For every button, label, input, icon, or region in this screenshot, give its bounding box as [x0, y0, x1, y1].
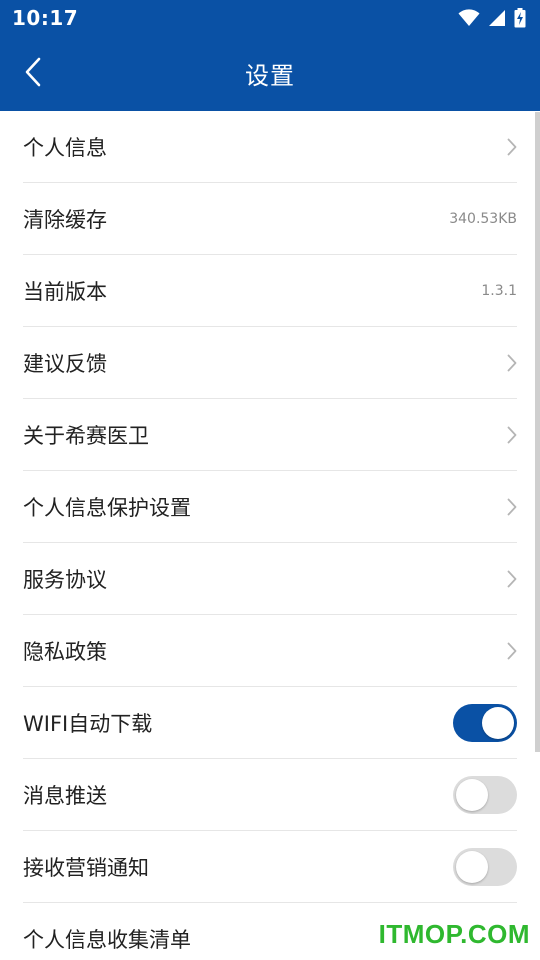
settings-row-label: 消息推送: [23, 783, 107, 808]
chevron-right-icon: [497, 498, 517, 516]
settings-row-label: 关于希赛医卫: [23, 423, 149, 448]
settings-row-clear-cache[interactable]: 清除缓存 340.53KB: [23, 183, 517, 255]
settings-row-feedback[interactable]: 建议反馈: [23, 327, 517, 399]
status-time: 10:17: [12, 6, 79, 30]
settings-row-value: 1.3.1: [481, 282, 517, 299]
settings-row-label: 建议反馈: [23, 351, 107, 376]
settings-row-service-agreement[interactable]: 服务协议: [23, 543, 517, 615]
settings-row-current-version[interactable]: 当前版本 1.3.1: [23, 255, 517, 327]
settings-row-marketing-notifications: 接收营销通知: [23, 831, 517, 903]
chevron-right-icon: [497, 570, 517, 588]
toggle-knob: [456, 850, 488, 883]
page-title: 设置: [245, 62, 295, 90]
settings-row-personal-info[interactable]: 个人信息: [23, 111, 517, 183]
chevron-right-icon: [497, 642, 517, 660]
scrollbar[interactable]: [535, 112, 540, 752]
settings-screen: 10:17 设置 个人信息清除缓存 340.53KB 当前版本 1.3.1 建议反馈关于…: [0, 0, 540, 960]
app-bar: 设置: [0, 36, 540, 111]
chevron-right-icon: [497, 426, 517, 444]
watermark: ITMOP.COM: [378, 919, 530, 949]
chevron-right-icon: [497, 138, 517, 156]
wifi-icon: [458, 9, 480, 26]
settings-row-label: 当前版本: [23, 279, 107, 304]
settings-row-label: 接收营销通知: [23, 855, 149, 880]
settings-row-label: 个人信息: [23, 135, 107, 160]
settings-row-label: 个人信息保护设置: [23, 495, 191, 520]
status-bar: 10:17: [0, 0, 540, 36]
chevron-right-icon: [497, 354, 517, 372]
settings-row-label: WIFI自动下载: [23, 711, 153, 736]
settings-row-message-push: 消息推送: [23, 759, 517, 831]
settings-row-label: 个人信息收集清单: [23, 927, 191, 952]
battery-charging-icon: [514, 8, 526, 28]
cellular-signal-icon: [489, 10, 505, 26]
toggle-switch[interactable]: [453, 847, 517, 886]
toggle-knob: [456, 778, 488, 811]
settings-row-value: 340.53KB: [449, 210, 517, 227]
toggle-switch[interactable]: [453, 775, 517, 814]
settings-row-privacy-policy[interactable]: 隐私政策: [23, 615, 517, 687]
toggle-knob: [482, 706, 514, 739]
settings-list: 个人信息清除缓存 340.53KB 当前版本 1.3.1 建议反馈关于希赛医卫个人信息保…: [0, 111, 540, 960]
settings-row-wifi-auto-download: WIFI自动下载: [23, 687, 517, 759]
settings-row-about[interactable]: 关于希赛医卫: [23, 399, 517, 471]
toggle-switch[interactable]: [453, 703, 517, 742]
settings-row-label: 清除缓存: [23, 207, 107, 232]
settings-row-label: 隐私政策: [23, 639, 107, 664]
settings-row-label: 服务协议: [23, 567, 107, 592]
status-icons: [458, 8, 526, 28]
settings-row-privacy-protection-settings[interactable]: 个人信息保护设置: [23, 471, 517, 543]
